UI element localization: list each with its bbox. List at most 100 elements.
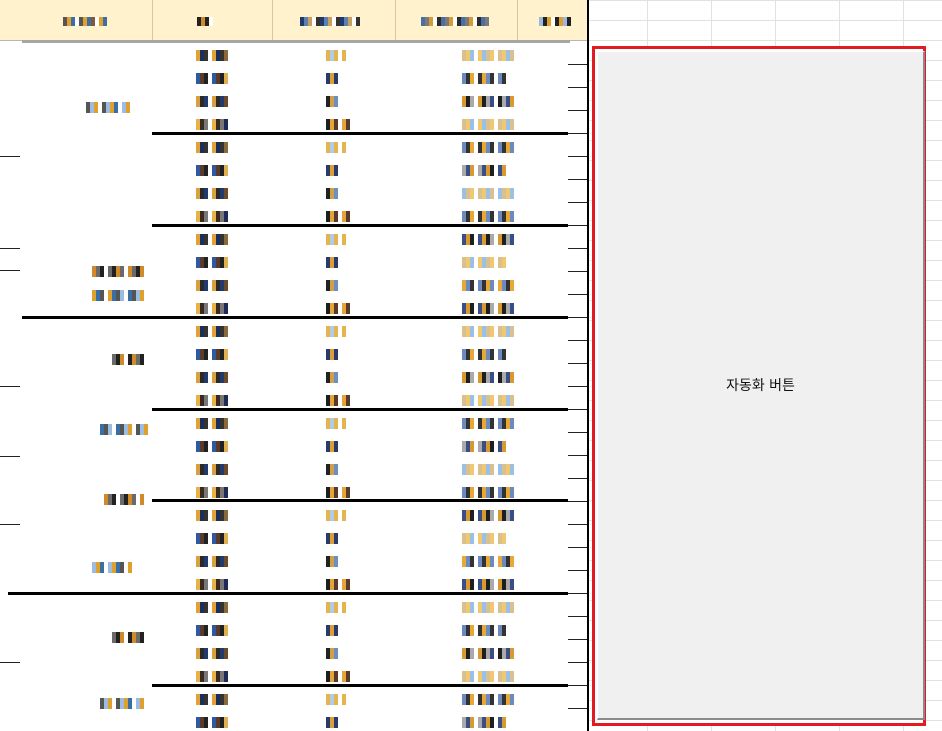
cell-col-d: [462, 690, 518, 705]
header-divider: [395, 0, 396, 40]
cell-col-c: [326, 46, 346, 61]
cell-col-b: [196, 345, 232, 360]
cell-border-tick: [568, 133, 588, 134]
cell-col-c: [326, 713, 342, 728]
row-border-tick: [0, 524, 20, 525]
cell-border-tick: [568, 432, 588, 433]
cell-col-d: [462, 575, 518, 590]
cell-col-d: [462, 184, 514, 199]
cell-border-tick: [568, 386, 588, 387]
cell-col-d: [462, 230, 518, 245]
header-cell-a[interactable]: [30, 0, 140, 40]
cell-col-c: [326, 575, 350, 590]
cell-border-tick: [568, 662, 588, 663]
cell-col-b: [196, 184, 232, 199]
cell-border-tick: [568, 593, 588, 594]
cell-border-tick: [568, 409, 588, 410]
header-text-blur: [300, 11, 360, 30]
cell-col-d: [462, 667, 518, 682]
cell-border-tick: [568, 501, 588, 502]
header-text-blur: [539, 11, 571, 30]
cell-col-c: [326, 322, 346, 337]
cell-border-tick: [568, 547, 588, 548]
header-row: [0, 0, 588, 41]
cell-col-b: [196, 46, 232, 61]
cell-border-tick: [568, 271, 588, 272]
cell-col-b: [196, 713, 232, 728]
cell-col-c: [326, 391, 350, 406]
cell-border-tick: [568, 524, 588, 525]
row-border-tick: [0, 248, 20, 249]
group-label: [100, 420, 148, 435]
automation-button[interactable]: 자동화 버튼: [597, 51, 925, 720]
cell-col-d: [462, 207, 518, 222]
cell-col-c: [326, 161, 342, 176]
cell-col-c: [326, 138, 346, 153]
group-separator: [152, 684, 568, 687]
cell-col-c: [326, 690, 346, 705]
cell-border-tick: [568, 639, 588, 640]
header-cell-e[interactable]: [530, 0, 580, 40]
cell-col-b: [196, 575, 232, 590]
cell-col-d: [462, 552, 514, 567]
cell-col-c: [326, 207, 350, 222]
cell-border-tick: [568, 87, 588, 88]
cell-col-b: [196, 552, 232, 567]
cell-col-d: [462, 345, 506, 360]
cell-col-c: [326, 92, 338, 107]
cell-border-tick: [568, 340, 588, 341]
group-separator: [8, 592, 568, 595]
cell-border-tick: [568, 708, 588, 709]
cell-col-b: [196, 322, 232, 337]
cell-border-tick: [568, 225, 588, 226]
cell-col-d: [462, 138, 518, 153]
cell-col-d: [462, 92, 514, 107]
cell-border-tick: [568, 110, 588, 111]
cell-col-d: [462, 391, 518, 406]
cell-col-b: [196, 483, 232, 498]
header-cell-d[interactable]: [400, 0, 510, 40]
cell-col-d: [462, 644, 514, 659]
cell-border-tick: [568, 478, 588, 479]
header-cell-b[interactable]: [155, 0, 255, 40]
cell-col-c: [326, 230, 346, 245]
cell-col-d: [462, 161, 506, 176]
cell-col-b: [196, 92, 232, 107]
cell-col-d: [462, 621, 506, 636]
cell-col-b: [196, 207, 232, 222]
cell-col-b: [196, 529, 232, 544]
header-cell-c[interactable]: [275, 0, 385, 40]
group-separator: [22, 316, 568, 319]
cell-col-c: [326, 506, 346, 521]
cell-border-tick: [568, 685, 588, 686]
cell-col-b: [196, 368, 232, 383]
cell-col-b: [196, 276, 232, 291]
cell-border-tick: [568, 179, 588, 180]
group-label: [112, 350, 144, 365]
cell-border-tick: [568, 616, 588, 617]
cell-col-b: [196, 598, 232, 613]
cell-col-c: [326, 644, 338, 659]
automation-button-label: 자동화 버튼: [726, 378, 795, 394]
group-separator: [152, 499, 568, 502]
spreadsheet-area: [0, 0, 588, 731]
cell-border-tick: [568, 202, 588, 203]
header-text-blur: [63, 11, 107, 30]
header-divider: [517, 0, 518, 40]
cell-border-tick: [568, 156, 588, 157]
cell-col-c: [326, 115, 350, 130]
cell-col-b: [196, 506, 232, 521]
cell-col-c: [326, 483, 350, 498]
cell-col-b: [196, 161, 232, 176]
cell-col-b: [196, 253, 232, 268]
cell-col-c: [326, 299, 350, 314]
row-border-tick: [0, 270, 20, 271]
cell-col-d: [462, 483, 518, 498]
cell-col-b: [196, 621, 232, 636]
cell-col-b: [196, 644, 232, 659]
cell-col-d: [462, 276, 514, 291]
cell-col-c: [326, 368, 338, 383]
row-border-tick: [0, 662, 20, 663]
cell-col-c: [326, 184, 338, 199]
cell-col-c: [326, 552, 338, 567]
